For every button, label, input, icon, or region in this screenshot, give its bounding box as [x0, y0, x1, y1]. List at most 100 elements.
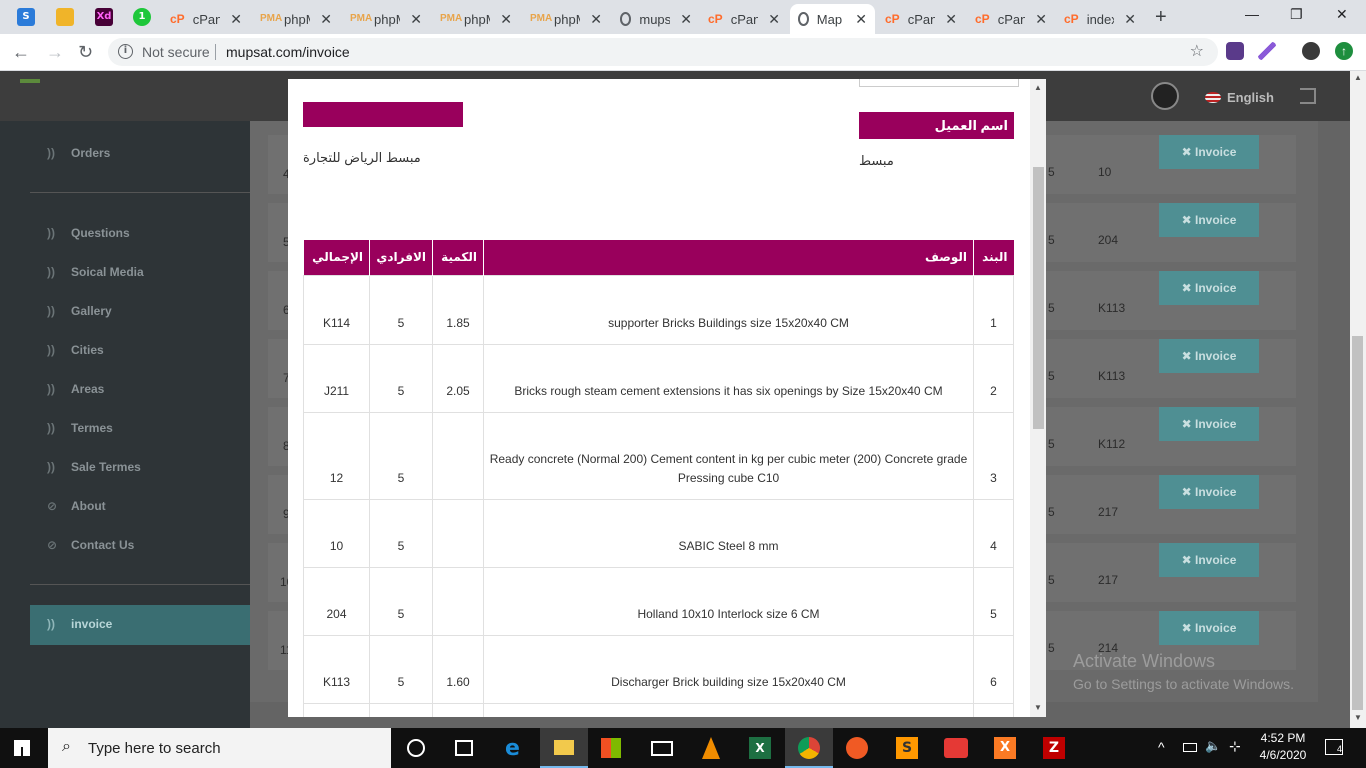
- battery-icon[interactable]: [1183, 743, 1197, 752]
- store-icon[interactable]: [601, 738, 621, 758]
- language-switch[interactable]: English: [1205, 90, 1274, 105]
- taskbar-search[interactable]: ⌕ Type here to search: [48, 728, 391, 768]
- pen-extension-icon[interactable]: [1258, 42, 1276, 60]
- extension-icon[interactable]: [1226, 42, 1244, 60]
- chrome-icon: [798, 737, 820, 759]
- maximize-icon[interactable]: ❐: [1290, 6, 1303, 23]
- xampp-icon[interactable]: X: [994, 737, 1016, 759]
- modal-scroll-down-icon[interactable]: ▼: [1034, 703, 1042, 712]
- scroll-up-icon[interactable]: ▲: [1354, 73, 1362, 82]
- back-icon[interactable]: ←: [12, 42, 30, 63]
- sidebar-item[interactable]: )) Termes: [47, 421, 113, 435]
- tab[interactable]: PMAphpMyAdmin ✕: [522, 4, 610, 34]
- sidebar-item[interactable]: )) Cities: [47, 343, 104, 357]
- top-select[interactable]: [859, 79, 1019, 87]
- sidebar-item[interactable]: )) Sale Termes: [47, 460, 141, 474]
- file-explorer-icon[interactable]: [540, 728, 588, 768]
- chevron-up-icon[interactable]: ^: [1158, 739, 1165, 755]
- invoice-button[interactable]: ✖ Invoice: [1159, 543, 1259, 577]
- sidebar-item-invoice[interactable]: )) invoice: [30, 605, 250, 645]
- invoice-button[interactable]: ✖ Invoice: [1159, 339, 1259, 373]
- mail-icon[interactable]: [651, 741, 673, 756]
- windows-start-icon[interactable]: [14, 740, 30, 756]
- close-tab-icon[interactable]: ✕: [1035, 11, 1047, 28]
- close-tab-icon[interactable]: ✕: [945, 11, 957, 28]
- sidebar-item[interactable]: ⊘ Contact Us: [47, 538, 134, 552]
- invoice-button[interactable]: ✖ Invoice: [1159, 203, 1259, 237]
- network-icon[interactable]: ⊹: [1229, 738, 1241, 755]
- invoice-button[interactable]: ✖ Invoice: [1159, 475, 1259, 509]
- tab[interactable]: mupsat ✕: [612, 4, 700, 34]
- minimize-icon[interactable]: —: [1245, 6, 1259, 22]
- invoice-button[interactable]: ✖ Invoice: [1159, 407, 1259, 441]
- vlc-icon[interactable]: [702, 737, 720, 759]
- pen-app-icon[interactable]: [846, 737, 868, 759]
- close-tab-icon[interactable]: ✕: [320, 11, 332, 28]
- task-view-icon[interactable]: [455, 740, 473, 756]
- tab-label: cPanel: [192, 11, 221, 27]
- sidebar-item[interactable]: )) Questions: [47, 226, 130, 240]
- clock-time[interactable]: 4:52 PM: [1258, 731, 1308, 745]
- volume-icon[interactable]: 🔈: [1205, 738, 1221, 754]
- sidebar-item[interactable]: )) Soical Media: [47, 265, 144, 279]
- tab[interactable]: PMAphpMyAdmin ✕: [342, 4, 430, 34]
- scroll-down-icon[interactable]: ▼: [1354, 713, 1362, 722]
- anydesk-icon[interactable]: [944, 738, 968, 758]
- skype-icon[interactable]: S: [17, 8, 35, 26]
- info-icon[interactable]: i: [118, 44, 133, 59]
- user-avatar[interactable]: [1151, 82, 1179, 110]
- sidebar-item[interactable]: )) Orders: [47, 146, 110, 160]
- box-icon[interactable]: [56, 8, 74, 26]
- tab[interactable]: PMAphpMyAdmin ✕: [432, 4, 520, 34]
- url-text[interactable]: mupsat.com/invoice: [226, 44, 350, 60]
- update-icon[interactable]: ↑: [1335, 42, 1353, 60]
- invoice-button[interactable]: ✖ Invoice: [1159, 271, 1259, 305]
- sidebar-item[interactable]: ⊘ About: [47, 499, 106, 513]
- bookmark-star-icon[interactable]: ☆: [1190, 41, 1204, 61]
- tab[interactable]: cP cPanel ✕: [967, 4, 1055, 34]
- close-tab-icon[interactable]: ✕: [230, 11, 242, 28]
- tab[interactable]: Map ✕: [790, 4, 875, 34]
- invoice-button[interactable]: ✖ Invoice: [1159, 135, 1259, 169]
- close-window-icon[interactable]: ✕: [1336, 6, 1348, 23]
- one-icon[interactable]: 1: [133, 8, 151, 26]
- page-scroll-thumb[interactable]: [1352, 336, 1363, 710]
- page-scrollbar[interactable]: ▲ ▼: [1350, 71, 1366, 728]
- sublime-icon[interactable]: S: [896, 737, 918, 759]
- notifications-icon[interactable]: 4: [1325, 739, 1343, 755]
- profile-avatar[interactable]: [1302, 42, 1320, 60]
- close-tab-icon[interactable]: ✕: [410, 11, 422, 28]
- cortana-icon[interactable]: [407, 739, 425, 757]
- address-bar[interactable]: i Not secure mupsat.com/invoice ☆: [108, 38, 1218, 66]
- adobe-xd-icon[interactable]: Xd: [95, 8, 113, 26]
- excel-icon[interactable]: X: [749, 737, 771, 759]
- modal-scroll-thumb[interactable]: [1033, 167, 1044, 429]
- reload-icon[interactable]: ↻: [78, 42, 93, 63]
- edge-icon[interactable]: e: [505, 736, 520, 761]
- row-value: 5: [1048, 573, 1055, 587]
- tab[interactable]: cP cPanel ✕: [700, 4, 788, 34]
- forward-icon[interactable]: →: [46, 42, 64, 63]
- close-tab-icon[interactable]: ✕: [680, 11, 692, 28]
- sidebar-item[interactable]: )) Gallery: [47, 304, 112, 318]
- browser-toolbar: ← → ↻ i Not secure mupsat.com/invoice ☆ …: [0, 34, 1366, 71]
- close-tab-icon[interactable]: ✕: [500, 11, 512, 28]
- chrome-taskbar-button[interactable]: [785, 728, 833, 768]
- close-tab-icon[interactable]: ✕: [768, 11, 780, 28]
- tab[interactable]: cP cPanel ✕: [162, 4, 250, 34]
- logout-icon[interactable]: [1300, 88, 1316, 104]
- close-tab-icon[interactable]: ✕: [590, 11, 602, 28]
- tab[interactable]: cP index ✕: [1056, 4, 1144, 34]
- clock-date[interactable]: 4/6/2020: [1256, 748, 1310, 762]
- cell-unit: 5: [369, 274, 434, 345]
- new-tab-icon[interactable]: +: [1155, 6, 1167, 29]
- tab[interactable]: PMAphpMyAdmin ✕: [252, 4, 340, 34]
- modal-scrollbar[interactable]: ▲ ▼: [1030, 79, 1046, 717]
- tab[interactable]: cP cPanel ✕: [877, 4, 965, 34]
- close-tab-icon[interactable]: ✕: [855, 11, 867, 28]
- modal-scroll-up-icon[interactable]: ▲: [1034, 83, 1042, 92]
- invoice-button[interactable]: ✖ Invoice: [1159, 611, 1259, 645]
- filezilla-icon[interactable]: Z: [1043, 737, 1065, 759]
- sidebar-item[interactable]: )) Areas: [47, 382, 104, 396]
- close-tab-icon[interactable]: ✕: [1124, 11, 1136, 28]
